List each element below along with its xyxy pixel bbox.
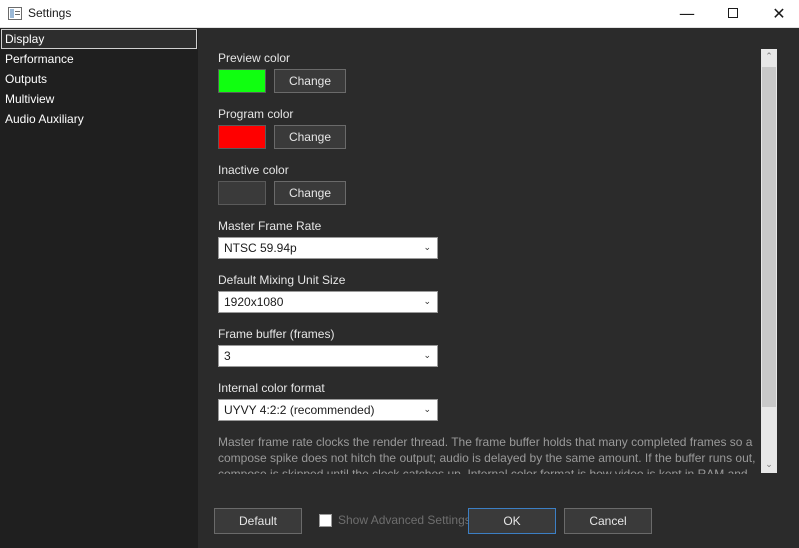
close-button[interactable]: ✕ — [756, 0, 799, 28]
maximize-icon — [728, 7, 738, 18]
help-text: Master frame rate clocks the render thre… — [218, 435, 756, 474]
scroll-up-icon[interactable]: ⌃ — [761, 49, 777, 65]
frame-buffer-label: Frame buffer (frames) — [218, 327, 335, 341]
color-format-select[interactable]: UYVY 4:2:2 (recommended) ⌄ — [218, 399, 438, 421]
inactive-color-change-button[interactable]: Change — [274, 181, 346, 205]
color-format-value: UYVY 4:2:2 (recommended) — [224, 403, 375, 417]
frame-rate-label: Master Frame Rate — [218, 219, 322, 233]
app-icon — [8, 7, 22, 20]
preview-color-label: Preview color — [218, 51, 291, 65]
sidebar-item-performance[interactable]: Performance — [1, 49, 197, 69]
cancel-button[interactable]: Cancel — [564, 508, 652, 534]
sidebar-item-outputs[interactable]: Outputs — [1, 69, 197, 89]
maximize-button[interactable] — [710, 0, 756, 28]
window-title: Settings — [28, 6, 72, 20]
inactive-color-label: Inactive color — [218, 163, 289, 177]
chevron-down-icon: ⌄ — [423, 297, 431, 307]
frame-buffer-value: 3 — [224, 349, 231, 363]
sidebar-item-display[interactable]: Display — [1, 29, 197, 49]
program-color-change-button[interactable]: Change — [274, 125, 346, 149]
mixing-size-value: 1920x1080 — [224, 295, 284, 309]
title-bar: Settings — ✕ — [0, 0, 799, 28]
mixing-size-select[interactable]: 1920x1080 ⌄ — [218, 291, 438, 313]
chevron-down-icon: ⌄ — [423, 243, 431, 253]
program-color-label: Program color — [218, 107, 294, 121]
preview-color-change-button[interactable]: Change — [274, 69, 346, 93]
chevron-down-icon: ⌄ — [423, 351, 431, 361]
scroll-down-icon[interactable]: ⌄ — [761, 457, 777, 473]
default-button[interactable]: Default — [214, 508, 302, 534]
minimize-button[interactable]: — — [664, 0, 710, 28]
sidebar-item-audio-auxiliary[interactable]: Audio Auxiliary — [1, 109, 197, 129]
frame-buffer-select[interactable]: 3 ⌄ — [218, 345, 438, 367]
preview-color-swatch — [218, 69, 266, 93]
scroll-thumb[interactable] — [762, 67, 776, 407]
ok-button[interactable]: OK — [468, 508, 556, 534]
settings-sidebar: Display Performance Outputs Multiview Au… — [0, 29, 198, 548]
program-color-swatch — [218, 125, 266, 149]
display-settings-panel: Preview color Change Program color Chang… — [198, 29, 799, 548]
vertical-scrollbar[interactable]: ⌃ ⌄ — [761, 49, 777, 473]
mixing-size-label: Default Mixing Unit Size — [218, 273, 346, 287]
chevron-down-icon: ⌄ — [423, 405, 431, 415]
frame-rate-select[interactable]: NTSC 59.94p ⌄ — [218, 237, 438, 259]
color-format-label: Internal color format — [218, 381, 325, 395]
frame-rate-value: NTSC 59.94p — [224, 241, 297, 255]
inactive-color-swatch — [218, 181, 266, 205]
show-advanced-label[interactable]: Show Advanced Settings — [338, 513, 471, 527]
show-advanced-checkbox[interactable] — [319, 514, 332, 527]
sidebar-item-multiview[interactable]: Multiview — [1, 89, 197, 109]
